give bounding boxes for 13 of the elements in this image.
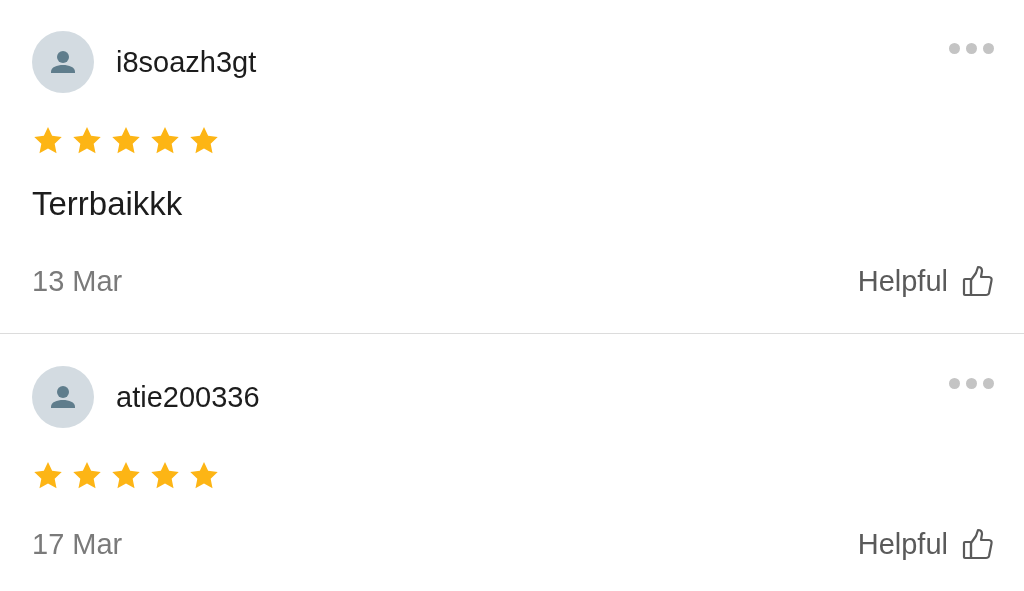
review-date: 17 Mar	[32, 527, 123, 561]
thumbs-up-icon	[962, 265, 994, 297]
helpful-button[interactable]: Helpful	[857, 264, 994, 298]
review-date: 13 Mar	[32, 264, 123, 298]
username: atie200336	[116, 380, 260, 414]
helpful-button[interactable]: Helpful	[857, 527, 994, 561]
more-options-button[interactable]	[949, 378, 994, 389]
more-options-button[interactable]	[949, 43, 994, 54]
person-icon	[50, 50, 76, 74]
username: i8soazh3gt	[116, 45, 257, 79]
thumbs-up-icon	[962, 528, 994, 560]
review-text: Terrbaikkk	[32, 184, 184, 224]
person-icon	[50, 385, 76, 409]
